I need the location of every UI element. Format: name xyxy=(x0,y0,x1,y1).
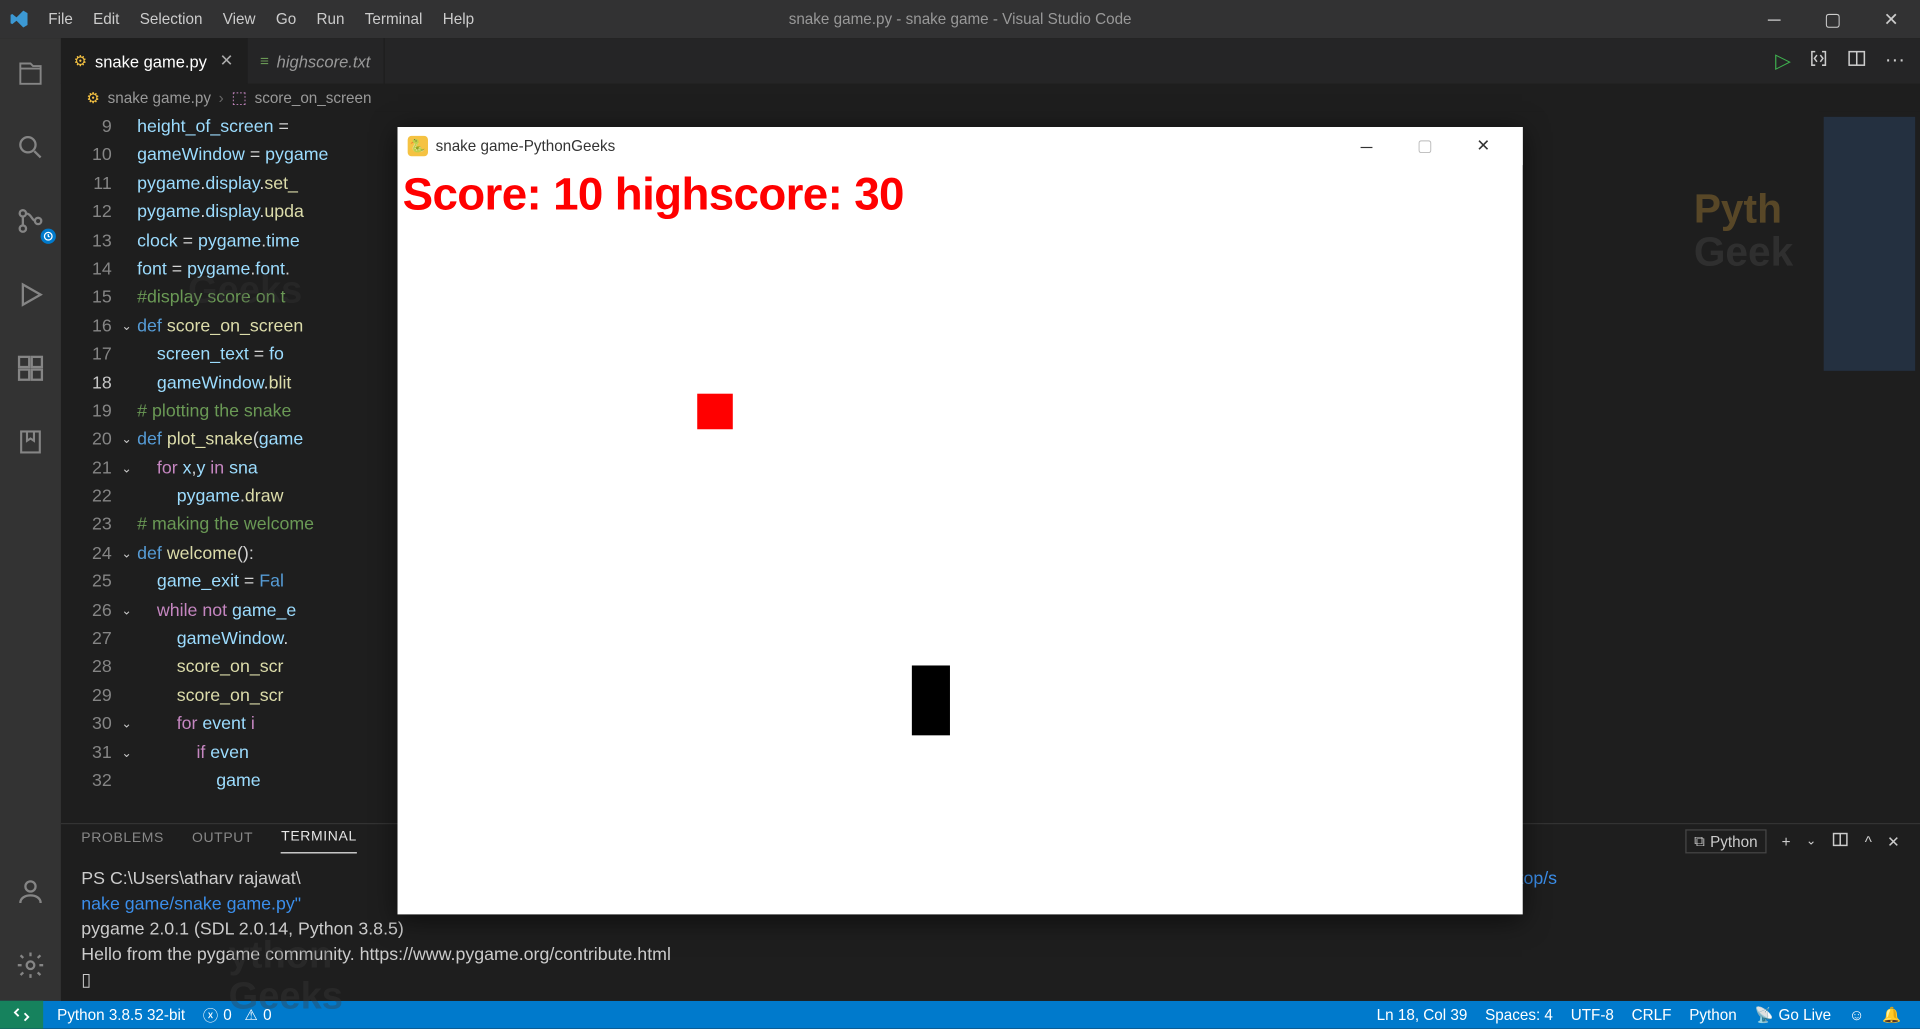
menu-help[interactable]: Help xyxy=(433,10,485,28)
menu-go[interactable]: Go xyxy=(266,10,307,28)
breadcrumb-file: snake game.py xyxy=(108,89,211,107)
menu-terminal[interactable]: Terminal xyxy=(355,10,433,28)
tab-label: snake game.py xyxy=(95,51,207,70)
split-terminal-icon[interactable] xyxy=(1832,831,1850,853)
status-notifications-icon[interactable]: 🔔 xyxy=(1873,1006,1910,1024)
python-file-icon: ⚙ xyxy=(74,52,88,70)
settings-gear-icon[interactable] xyxy=(0,940,61,991)
breadcrumb-symbol: score_on_screen xyxy=(255,89,372,107)
close-button[interactable]: ✕ xyxy=(1862,0,1920,38)
breadcrumb[interactable]: ⚙ snake game.py › ⬚ score_on_screen xyxy=(61,84,1920,112)
panel-tab-problems[interactable]: PROBLEMS xyxy=(81,830,164,853)
tab-label: highscore.txt xyxy=(277,51,371,70)
run-button-icon[interactable]: ▷ xyxy=(1775,48,1791,73)
python-file-icon: ⚙ xyxy=(86,89,100,107)
menu-edit[interactable]: Edit xyxy=(83,10,130,28)
pygame-minimize-button[interactable]: ─ xyxy=(1337,127,1395,165)
compare-icon[interactable] xyxy=(1808,48,1828,75)
split-editor-icon[interactable] xyxy=(1847,48,1867,75)
menu-view[interactable]: View xyxy=(213,10,266,28)
food-block xyxy=(697,394,733,430)
more-icon[interactable]: ··· xyxy=(1885,50,1905,73)
editor-tabs: ⚙ snake game.py ✕ ≡ highscore.txt ▷ ··· xyxy=(61,38,1920,84)
vscode-logo-icon xyxy=(0,9,38,29)
bookmark-icon[interactable] xyxy=(0,417,61,468)
status-golive[interactable]: 📡Go Live xyxy=(1746,1006,1840,1024)
minimap[interactable] xyxy=(1819,112,1920,823)
terminal-shell-selector[interactable]: ⧉Python xyxy=(1685,829,1766,853)
remote-button[interactable] xyxy=(0,1001,43,1029)
pygame-maximize-button[interactable]: ▢ xyxy=(1396,127,1454,165)
menu-file[interactable]: File xyxy=(38,10,83,28)
status-indent[interactable]: Spaces: 4 xyxy=(1476,1006,1562,1024)
game-canvas[interactable] xyxy=(398,224,1523,915)
pygame-window: 🐍 snake game-PythonGeeks ─ ▢ ✕ Score: 10… xyxy=(398,127,1523,914)
maximize-panel-icon[interactable]: ^ xyxy=(1865,832,1872,850)
source-control-icon[interactable] xyxy=(0,196,61,247)
text-file-icon: ≡ xyxy=(260,52,269,70)
pygame-close-button[interactable]: ✕ xyxy=(1454,127,1512,165)
status-encoding[interactable]: UTF-8 xyxy=(1562,1006,1623,1024)
pygame-title: snake game-PythonGeeks xyxy=(436,137,616,155)
pygame-app-icon: 🐍 xyxy=(408,136,428,156)
status-python-interpreter[interactable]: Python 3.8.5 32-bit xyxy=(48,1006,194,1024)
panel-tab-output[interactable]: OUTPUT xyxy=(192,830,253,853)
account-icon[interactable] xyxy=(0,866,61,917)
panel-tab-terminal[interactable]: TERMINAL xyxy=(281,829,357,853)
watermark: ythonGeeks xyxy=(229,936,343,1016)
status-lncol[interactable]: Ln 18, Col 39 xyxy=(1368,1006,1476,1024)
run-debug-icon[interactable] xyxy=(0,269,61,320)
tab-highscore[interactable]: ≡ highscore.txt xyxy=(247,38,384,84)
explorer-icon[interactable] xyxy=(0,48,61,99)
status-language[interactable]: Python xyxy=(1680,1006,1745,1024)
extensions-icon[interactable] xyxy=(0,343,61,394)
tab-close-icon[interactable]: ✕ xyxy=(215,51,234,71)
score-text: Score: 10 highscore: 30 xyxy=(398,165,1523,223)
titlebar: File Edit Selection View Go Run Terminal… xyxy=(0,0,1920,38)
menu-bar: File Edit Selection View Go Run Terminal… xyxy=(38,10,484,28)
symbol-method-icon: ⬚ xyxy=(231,88,247,108)
watermark: PythGeek xyxy=(1694,188,1793,273)
watermark: Geeks xyxy=(188,277,302,305)
menu-selection[interactable]: Selection xyxy=(130,10,213,28)
pygame-titlebar: 🐍 snake game-PythonGeeks ─ ▢ ✕ xyxy=(398,127,1523,165)
maximize-button[interactable]: ▢ xyxy=(1803,0,1861,38)
chevron-right-icon: › xyxy=(219,89,224,107)
minimize-button[interactable]: ─ xyxy=(1745,0,1803,38)
status-feedback-icon[interactable]: ☺ xyxy=(1840,1006,1873,1024)
close-panel-icon[interactable]: ✕ xyxy=(1887,832,1900,850)
activity-bar xyxy=(0,38,61,1001)
search-icon[interactable] xyxy=(0,122,61,173)
terminal-dropdown-icon[interactable]: ⌄ xyxy=(1806,834,1817,848)
new-terminal-icon[interactable]: + xyxy=(1782,832,1791,850)
menu-run[interactable]: Run xyxy=(306,10,354,28)
status-eol[interactable]: CRLF xyxy=(1623,1006,1681,1024)
snake-block xyxy=(912,665,950,735)
tab-snake-game[interactable]: ⚙ snake game.py ✕ xyxy=(61,38,247,84)
